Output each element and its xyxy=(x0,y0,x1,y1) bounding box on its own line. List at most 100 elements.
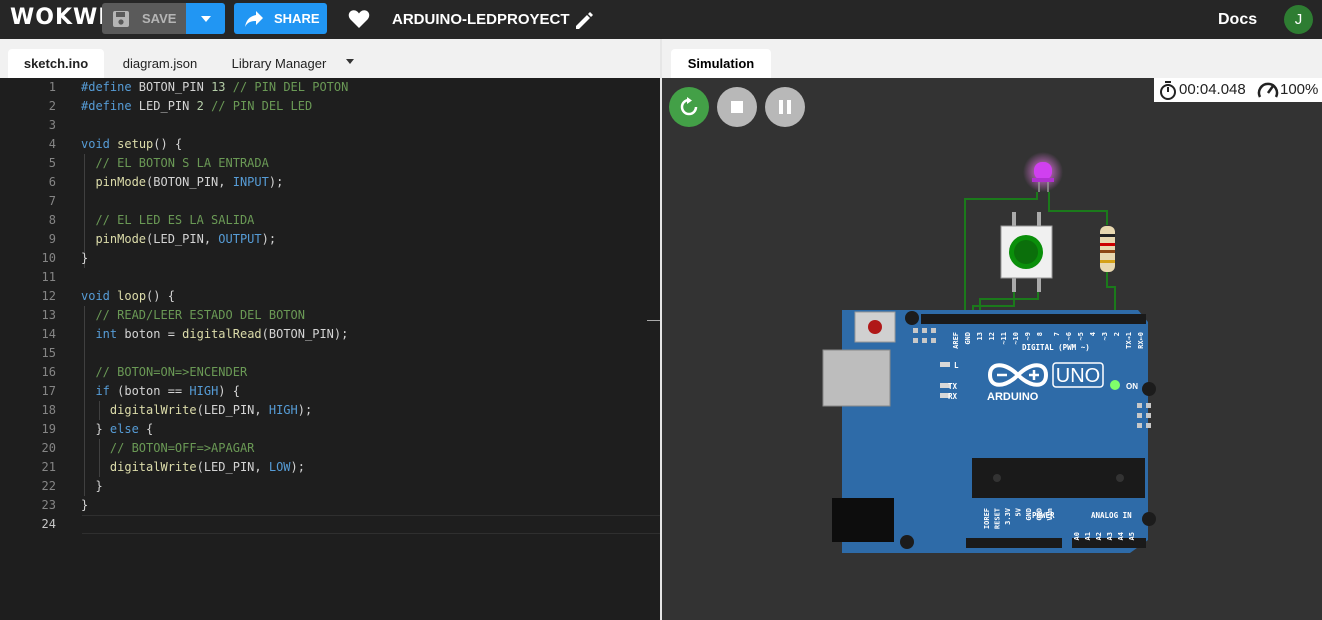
code-line[interactable]: #define LED_PIN 2 // PIN DEL LED xyxy=(81,97,312,116)
code-line[interactable]: #define BOTON_PIN 13 // PIN DEL POTON xyxy=(81,78,348,97)
line-number: 7 xyxy=(48,194,56,208)
analog-pin-label: A0 xyxy=(1073,532,1081,540)
l-led-label: L xyxy=(954,361,959,370)
line-number: 16 xyxy=(41,365,56,379)
line-number: 12 xyxy=(41,289,56,303)
line-number: 19 xyxy=(41,422,56,436)
power-pin-label: GND xyxy=(1036,508,1044,521)
analog-pin-label: A5 xyxy=(1128,532,1136,540)
save-label: SAVE xyxy=(142,11,177,26)
simulation-panel[interactable]: 00:04.048 100% UNO ARDUINO ON DIGITAL (P… xyxy=(662,78,1322,620)
digital-pin-label: 8 xyxy=(1036,332,1044,336)
digital-pin-label: 13 xyxy=(976,332,984,340)
code-line[interactable]: // EL BOTON S LA ENTRADA xyxy=(81,154,268,173)
line-number: 24 xyxy=(41,517,56,531)
tab-simulation[interactable]: Simulation xyxy=(671,49,771,78)
current-line-highlight xyxy=(82,515,660,534)
line-number: 10 xyxy=(41,251,56,265)
line-number: 3 xyxy=(48,118,56,132)
line-number: 17 xyxy=(41,384,56,398)
project-name[interactable]: ARDUINO-LEDPROYECT xyxy=(392,11,570,28)
code-line[interactable]: // READ/LEER ESTADO DEL BOTON xyxy=(81,306,305,325)
code-line[interactable]: } xyxy=(81,477,102,496)
line-number: 9 xyxy=(48,232,56,246)
simulation-tab-bar: Simulation xyxy=(662,39,1322,78)
line-number: 21 xyxy=(41,460,56,474)
save-button[interactable]: SAVE xyxy=(102,3,186,34)
code-line[interactable]: // EL LED ES LA SALIDA xyxy=(81,211,254,230)
code-line[interactable]: pinMode(BOTON_PIN, INPUT); xyxy=(81,173,283,192)
code-line[interactable]: pinMode(LED_PIN, OUTPUT); xyxy=(81,230,276,249)
analog-pin-label: A1 xyxy=(1084,532,1092,540)
heart-icon[interactable] xyxy=(348,9,370,34)
pencil-icon[interactable] xyxy=(575,11,594,35)
digital-pin-label: GND xyxy=(964,332,972,345)
digital-pin-label: ~5 xyxy=(1077,332,1085,340)
share-button[interactable]: SHARE xyxy=(234,3,327,34)
digital-label: DIGITAL (PWM ~) xyxy=(1022,343,1090,352)
code-editor[interactable]: 1 #define BOTON_PIN 13 // PIN DEL POTON 2 #… xyxy=(0,78,660,620)
power-pin-label: RESET xyxy=(994,508,1002,529)
code-line[interactable]: void setup() { xyxy=(81,135,182,154)
analog-pin-label: A3 xyxy=(1106,532,1114,540)
pushbutton-component[interactable] xyxy=(1000,212,1053,292)
line-number: 20 xyxy=(41,441,56,455)
line-number: 6 xyxy=(48,175,56,189)
digital-pin-label: ~11 xyxy=(1000,332,1008,345)
code-line[interactable]: digitalWrite(LED_PIN, HIGH); xyxy=(81,401,312,420)
editor-tab-bar: sketch.ino diagram.json Library Manager xyxy=(0,39,660,78)
line-number: 13 xyxy=(41,308,56,322)
tabs-menu-chevron-icon[interactable] xyxy=(346,59,354,64)
resistor-component[interactable] xyxy=(1100,226,1115,272)
code-line[interactable]: if (boton == HIGH) { xyxy=(81,382,240,401)
power-pin-label: IOREF xyxy=(983,508,991,529)
code-line[interactable]: } xyxy=(81,249,88,268)
digital-pin-label: 2 xyxy=(1113,332,1121,336)
led-component[interactable] xyxy=(1023,152,1063,192)
code-line[interactable]: } else { xyxy=(81,420,153,439)
share-icon xyxy=(244,10,264,31)
line-number: 8 xyxy=(48,213,56,227)
on-label: ON xyxy=(1126,382,1138,391)
tab-sketch-ino[interactable]: sketch.ino xyxy=(8,49,104,78)
tab-library-manager[interactable]: Library Manager xyxy=(218,49,340,78)
rx-led-label: RX xyxy=(948,392,958,401)
top-bar: WOKWI SAVE SHARE ARDUINO-LEDPROYECT Docs… xyxy=(0,0,1322,39)
digital-pin-label: ~3 xyxy=(1101,332,1109,340)
power-pin-label: Vin xyxy=(1046,508,1054,521)
digital-pin-label: AREF xyxy=(952,332,960,349)
share-label: SHARE xyxy=(274,11,320,26)
code-line[interactable]: digitalWrite(LED_PIN, LOW); xyxy=(81,458,305,477)
editor-divider-mark xyxy=(647,320,660,321)
uno-label: UNO xyxy=(1056,365,1100,387)
line-number: 22 xyxy=(41,479,56,493)
circuit-diagram[interactable]: UNO ARDUINO ON DIGITAL (PWM ~) ANALOG IN… xyxy=(662,78,1322,620)
digital-pin-label: ~9 xyxy=(1024,332,1032,340)
wokwi-logo[interactable]: WOKWI xyxy=(10,5,107,30)
digital-pin-label: TX→1 xyxy=(1125,332,1133,349)
power-pin-label: GND xyxy=(1025,508,1033,521)
digital-pin-label: ~6 xyxy=(1065,332,1073,340)
docs-link[interactable]: Docs xyxy=(1218,11,1257,29)
avatar[interactable]: J xyxy=(1284,5,1313,34)
tx-led-label: TX xyxy=(948,382,958,391)
code-line[interactable]: } xyxy=(81,496,88,515)
line-number: 4 xyxy=(48,137,56,151)
digital-pin-label: 7 xyxy=(1053,332,1061,336)
save-options-button[interactable] xyxy=(186,3,225,34)
line-number: 5 xyxy=(48,156,56,170)
tab-diagram-json[interactable]: diagram.json xyxy=(112,49,208,78)
digital-pin-label: 4 xyxy=(1089,332,1097,336)
line-number: 14 xyxy=(41,327,56,341)
code-line[interactable]: // BOTON=ON=>ENCENDER xyxy=(81,363,247,382)
arduino-uno-board[interactable]: UNO ARDUINO ON DIGITAL (PWM ~) ANALOG IN… xyxy=(822,310,1156,553)
digital-pin-label: ~10 xyxy=(1012,332,1020,345)
code-line[interactable]: void loop() { xyxy=(81,287,175,306)
code-line[interactable]: int boton = digitalRead(BOTON_PIN); xyxy=(81,325,348,344)
line-number: 2 xyxy=(48,99,56,113)
digital-pin-label: 12 xyxy=(988,332,996,340)
power-pin-label: 3.3V xyxy=(1004,507,1012,525)
code-line[interactable]: // BOTON=OFF=>APAGAR xyxy=(81,439,255,458)
save-icon xyxy=(112,10,130,31)
chevron-down-icon xyxy=(201,16,211,22)
